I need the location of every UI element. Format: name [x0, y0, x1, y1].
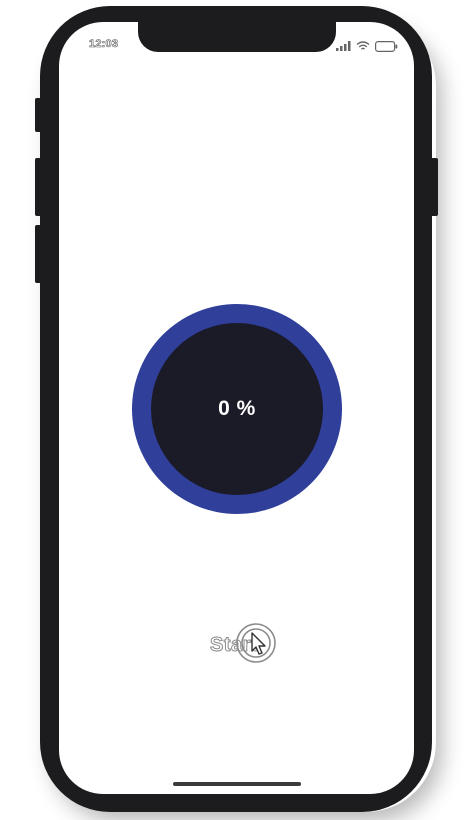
battery-icon — [375, 40, 398, 52]
circular-progress-inner: 0 % — [151, 323, 323, 495]
app-preview: 12:03 0 % Start — [0, 0, 468, 820]
progress-percentage: 0 % — [218, 397, 256, 420]
notch — [138, 16, 336, 52]
status-icons — [336, 39, 398, 53]
cellular-signal-icon — [336, 41, 351, 51]
wifi-icon — [356, 41, 370, 50]
circular-progress: 0 % — [132, 304, 342, 514]
home-indicator[interactable] — [173, 782, 301, 786]
status-time: 12:03 — [89, 38, 119, 51]
touch-indicator-icon — [236, 623, 276, 663]
